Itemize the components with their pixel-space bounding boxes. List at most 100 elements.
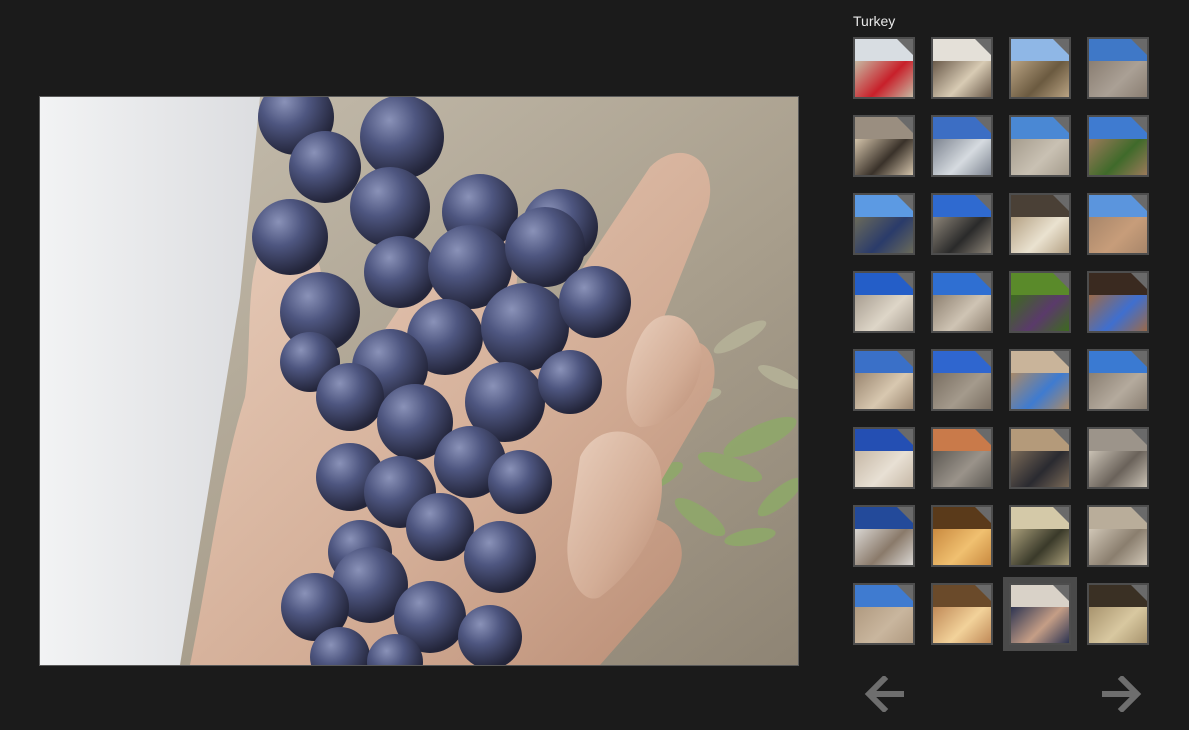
thumbnail-cell xyxy=(853,583,915,645)
thumbnail-corner-fold-icon xyxy=(1053,273,1069,289)
next-page-button[interactable] xyxy=(1098,676,1142,712)
thumbnail[interactable] xyxy=(1087,505,1149,567)
thumbnail[interactable] xyxy=(1009,349,1071,411)
thumbnail[interactable] xyxy=(853,193,915,255)
thumbnail-corner-fold-icon xyxy=(1131,351,1147,367)
thumbnail[interactable] xyxy=(931,115,993,177)
thumbnail[interactable] xyxy=(1009,193,1071,255)
thumbnail-corner-fold-icon xyxy=(897,585,913,601)
thumbnail-image-bottom xyxy=(855,607,913,643)
thumbnail-image-bottom xyxy=(1089,139,1147,175)
thumbnail-corner-fold-icon xyxy=(975,273,991,289)
thumbnail[interactable] xyxy=(1087,427,1149,489)
thumbnail[interactable] xyxy=(1087,583,1149,645)
thumbnail[interactable] xyxy=(1009,115,1071,177)
thumbnail-cell xyxy=(931,271,993,333)
thumbnail-cell xyxy=(853,427,915,489)
thumbnail[interactable] xyxy=(1009,427,1071,489)
thumbnail-corner-fold-icon xyxy=(975,195,991,211)
thumbnail[interactable] xyxy=(853,583,915,645)
thumbnail-cell xyxy=(1009,115,1071,177)
thumbnail[interactable] xyxy=(1087,193,1149,255)
thumbnail-cell xyxy=(1087,271,1149,333)
thumbnail-corner-fold-icon xyxy=(897,195,913,211)
thumbnail-cell xyxy=(1009,37,1071,99)
thumbnail[interactable] xyxy=(853,37,915,99)
gallery-title: Turkey xyxy=(853,13,896,29)
thumbnail-corner-fold-icon xyxy=(1131,117,1147,133)
thumbnail-corner-fold-icon xyxy=(897,273,913,289)
thumbnail[interactable] xyxy=(1087,349,1149,411)
thumbnail-corner-fold-icon xyxy=(1131,585,1147,601)
thumbnail[interactable] xyxy=(853,115,915,177)
thumbnail[interactable] xyxy=(931,349,993,411)
thumbnail[interactable] xyxy=(1087,271,1149,333)
thumbnail-cell xyxy=(853,505,915,567)
thumbnail-image-bottom xyxy=(933,373,991,409)
thumbnail-cell xyxy=(931,115,993,177)
thumbnail-cell xyxy=(1009,505,1071,567)
thumbnail-image-bottom xyxy=(933,61,991,97)
thumbnail-image-bottom xyxy=(1011,139,1069,175)
thumbnail-image-bottom xyxy=(933,529,991,565)
thumbnail-corner-fold-icon xyxy=(1053,585,1069,601)
thumbnail-cell xyxy=(853,271,915,333)
thumbnail[interactable] xyxy=(1009,505,1071,567)
thumbnail[interactable] xyxy=(1009,37,1071,99)
thumbnail-image-bottom xyxy=(1011,607,1069,643)
thumbnail-corner-fold-icon xyxy=(897,429,913,445)
thumbnail-image-bottom xyxy=(1011,529,1069,565)
thumbnail[interactable] xyxy=(853,427,915,489)
grapes-in-hand-photo xyxy=(40,97,798,665)
thumbnail-corner-fold-icon xyxy=(1053,117,1069,133)
thumbnail-cell xyxy=(931,427,993,489)
thumbnail[interactable] xyxy=(853,349,915,411)
thumbnail[interactable] xyxy=(1087,37,1149,99)
thumbnail-image-bottom xyxy=(1011,295,1069,331)
thumbnail-image-bottom xyxy=(1089,295,1147,331)
thumbnail[interactable] xyxy=(853,271,915,333)
thumbnail-cell xyxy=(1009,427,1071,489)
thumbnail-cell xyxy=(931,37,993,99)
thumbnail-cell xyxy=(931,505,993,567)
thumbnail-corner-fold-icon xyxy=(1131,507,1147,523)
thumbnail-cell xyxy=(1087,115,1149,177)
thumbnail[interactable] xyxy=(853,505,915,567)
thumbnail-corner-fold-icon xyxy=(1053,351,1069,367)
thumbnail-corner-fold-icon xyxy=(975,585,991,601)
thumbnail-corner-fold-icon xyxy=(1131,195,1147,211)
thumbnail-image-bottom xyxy=(933,139,991,175)
thumbnail-corner-fold-icon xyxy=(897,351,913,367)
thumbnail[interactable] xyxy=(931,193,993,255)
thumbnail-image-bottom xyxy=(1011,373,1069,409)
thumbnail[interactable] xyxy=(931,505,993,567)
thumbnail-cell xyxy=(1087,505,1149,567)
thumbnail-image-bottom xyxy=(1089,529,1147,565)
thumbnail-cell xyxy=(1009,349,1071,411)
main-photo[interactable] xyxy=(39,96,799,666)
thumbnail[interactable] xyxy=(931,583,993,645)
thumbnail-selected[interactable] xyxy=(1003,577,1077,651)
thumbnail[interactable] xyxy=(1009,271,1071,333)
thumbnail-cell xyxy=(931,583,993,645)
thumbnail-image-bottom xyxy=(855,217,913,253)
thumbnail[interactable] xyxy=(931,37,993,99)
thumbnail-corner-fold-icon xyxy=(975,507,991,523)
thumbnail-image-bottom xyxy=(1011,451,1069,487)
thumbnail-image-bottom xyxy=(855,295,913,331)
thumbnail-cell xyxy=(1087,583,1149,645)
thumbnail-grid xyxy=(853,37,1151,651)
thumbnail-image-bottom xyxy=(933,607,991,643)
thumbnail-cell xyxy=(1009,193,1071,255)
thumbnail[interactable] xyxy=(1087,115,1149,177)
thumbnail-image-bottom xyxy=(1089,373,1147,409)
thumbnail-image-bottom xyxy=(855,373,913,409)
thumbnail-corner-fold-icon xyxy=(975,39,991,55)
thumbnail[interactable] xyxy=(931,427,993,489)
thumbnail-image-bottom xyxy=(855,139,913,175)
previous-page-button[interactable] xyxy=(864,676,908,712)
thumbnail-corner-fold-icon xyxy=(1053,507,1069,523)
thumbnail-cell xyxy=(1009,271,1071,333)
thumbnail[interactable] xyxy=(931,271,993,333)
thumbnail-image-bottom xyxy=(1011,61,1069,97)
